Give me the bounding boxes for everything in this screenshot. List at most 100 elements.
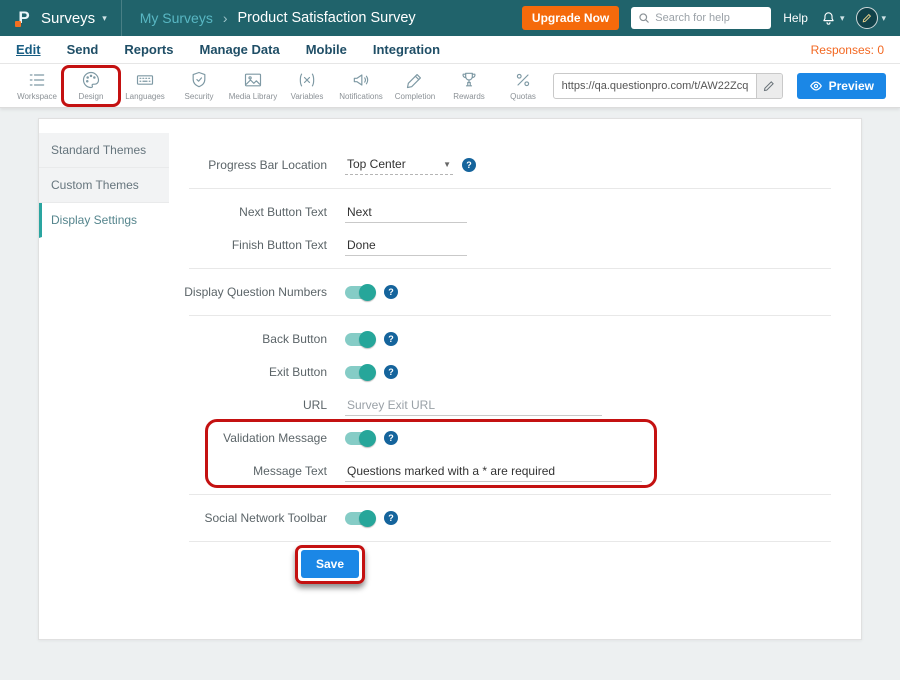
divider (189, 541, 831, 542)
avatar (856, 7, 878, 29)
pencil-icon (763, 80, 775, 92)
breadcrumb: My Surveys › Product Satisfaction Survey (122, 10, 416, 26)
nav-tab-send[interactable]: Send (67, 42, 99, 57)
account-menu[interactable]: ▾ (856, 7, 886, 29)
tool-workspace[interactable]: Workspace (10, 68, 64, 103)
back-button-toggle[interactable] (345, 333, 375, 346)
divider (189, 268, 831, 269)
nav-tab-mobile[interactable]: Mobile (306, 42, 347, 57)
next-button-text-input[interactable] (345, 202, 467, 223)
nav-tab-reports[interactable]: Reports (124, 42, 173, 57)
message-text-label: Message Text (169, 464, 327, 478)
help-icon[interactable]: ? (384, 511, 398, 525)
tool-quotas[interactable]: Quotas (496, 68, 550, 103)
breadcrumb-my-surveys[interactable]: My Surveys (140, 10, 213, 26)
shield-icon (189, 70, 209, 90)
responses-count[interactable]: Responses: 0 (811, 43, 884, 57)
help-icon[interactable]: ? (462, 158, 476, 172)
variables-icon (297, 70, 317, 90)
divider (189, 315, 831, 316)
finish-button-text-input[interactable] (345, 235, 467, 256)
help-link[interactable]: Help (783, 11, 808, 25)
quotas-icon (513, 70, 533, 90)
sidebar-item-custom-themes[interactable]: Custom Themes (39, 168, 169, 203)
survey-url-input[interactable] (554, 80, 756, 92)
tool-notifications[interactable]: Notifications (334, 68, 388, 103)
pencil-icon (405, 70, 425, 90)
save-button[interactable]: Save (301, 550, 359, 578)
validation-message-toggle[interactable] (345, 432, 375, 445)
product-name: Surveys (41, 10, 95, 27)
eye-icon (809, 79, 823, 93)
social-network-toolbar-row: Social Network Toolbar ? (169, 503, 831, 533)
design-palette-icon (81, 70, 101, 90)
tool-rewards[interactable]: Rewards (442, 68, 496, 103)
validation-message-label: Validation Message (169, 431, 327, 445)
tool-design[interactable]: Design (64, 68, 118, 103)
next-button-text-label: Next Button Text (169, 205, 327, 219)
chevron-down-icon: ▾ (840, 13, 845, 24)
breadcrumb-separator-icon: › (223, 10, 228, 26)
progress-bar-location-label: Progress Bar Location (169, 158, 327, 172)
nav-tab-integration[interactable]: Integration (373, 42, 440, 57)
validation-annotated-group: Validation Message ? Message Text (169, 423, 831, 486)
tool-completion[interactable]: Completion (388, 68, 442, 103)
exit-url-input[interactable] (345, 395, 602, 416)
message-text-row: Message Text (169, 456, 831, 486)
product-switcher[interactable]: P Surveys ▾ (0, 0, 122, 36)
progress-bar-location-row: Progress Bar Location Top Center ▼ ? (169, 150, 831, 180)
survey-url-box (553, 73, 783, 99)
sidebar-item-display-settings[interactable]: Display Settings (39, 203, 169, 238)
tool-media-library[interactable]: Media Library (226, 68, 280, 103)
top-bar: P Surveys ▾ My Surveys › Product Satisfa… (0, 0, 900, 36)
help-icon[interactable]: ? (384, 332, 398, 346)
finish-button-text-row: Finish Button Text (169, 230, 831, 260)
survey-nav: Edit Send Reports Manage Data Mobile Int… (0, 36, 900, 64)
edit-url-button[interactable] (756, 74, 782, 98)
social-network-toolbar-toggle[interactable] (345, 512, 375, 525)
exit-button-toggle[interactable] (345, 366, 375, 379)
search-input[interactable] (655, 12, 764, 24)
trophy-icon (459, 70, 479, 90)
social-network-toolbar-label: Social Network Toolbar (169, 511, 327, 525)
tool-variables[interactable]: Variables (280, 68, 334, 103)
sidebar-item-standard-themes[interactable]: Standard Themes (39, 133, 169, 168)
image-icon (243, 70, 263, 90)
tool-security[interactable]: Security (172, 68, 226, 103)
display-settings-form: Progress Bar Location Top Center ▼ ? Nex… (169, 119, 861, 639)
chevron-down-icon: ▾ (881, 13, 886, 24)
finish-button-text-label: Finish Button Text (169, 238, 327, 252)
help-search-box[interactable] (631, 7, 771, 29)
tool-languages[interactable]: Languages (118, 68, 172, 103)
progress-bar-location-select[interactable]: Top Center ▼ (345, 155, 453, 175)
validation-message-row: Validation Message ? (169, 423, 831, 453)
chevron-down-icon: ▾ (102, 13, 107, 24)
help-icon[interactable]: ? (384, 285, 398, 299)
chevron-down-icon: ▼ (443, 160, 451, 169)
workspace-icon (27, 70, 47, 90)
app: P Surveys ▾ My Surveys › Product Satisfa… (0, 0, 900, 680)
edit-toolbar: Workspace Design Languages Security Medi… (0, 64, 900, 108)
bell-icon (820, 10, 837, 27)
keyboard-icon (135, 70, 155, 90)
top-right-cluster: Upgrade Now Help ▾ ▾ (522, 6, 900, 30)
search-icon (638, 12, 650, 24)
back-button-label: Back Button (169, 332, 327, 346)
exit-url-row: URL (169, 390, 831, 420)
nav-tab-manage-data[interactable]: Manage Data (199, 42, 279, 57)
back-button-row: Back Button ? (169, 324, 831, 354)
message-text-input[interactable] (345, 461, 642, 482)
design-sidebar: Standard Themes Custom Themes Display Se… (39, 119, 169, 639)
help-icon[interactable]: ? (384, 431, 398, 445)
display-question-numbers-toggle[interactable] (345, 286, 375, 299)
divider (189, 494, 831, 495)
toolbar-right: Preview (553, 73, 890, 99)
design-settings-panel: Standard Themes Custom Themes Display Se… (38, 118, 862, 640)
notifications-menu[interactable]: ▾ (820, 10, 845, 27)
megaphone-icon (351, 70, 371, 90)
nav-tab-edit[interactable]: Edit (16, 42, 41, 57)
upgrade-now-button[interactable]: Upgrade Now (522, 6, 619, 30)
preview-button[interactable]: Preview (797, 73, 886, 99)
help-icon[interactable]: ? (384, 365, 398, 379)
content-area: Standard Themes Custom Themes Display Se… (0, 108, 900, 640)
